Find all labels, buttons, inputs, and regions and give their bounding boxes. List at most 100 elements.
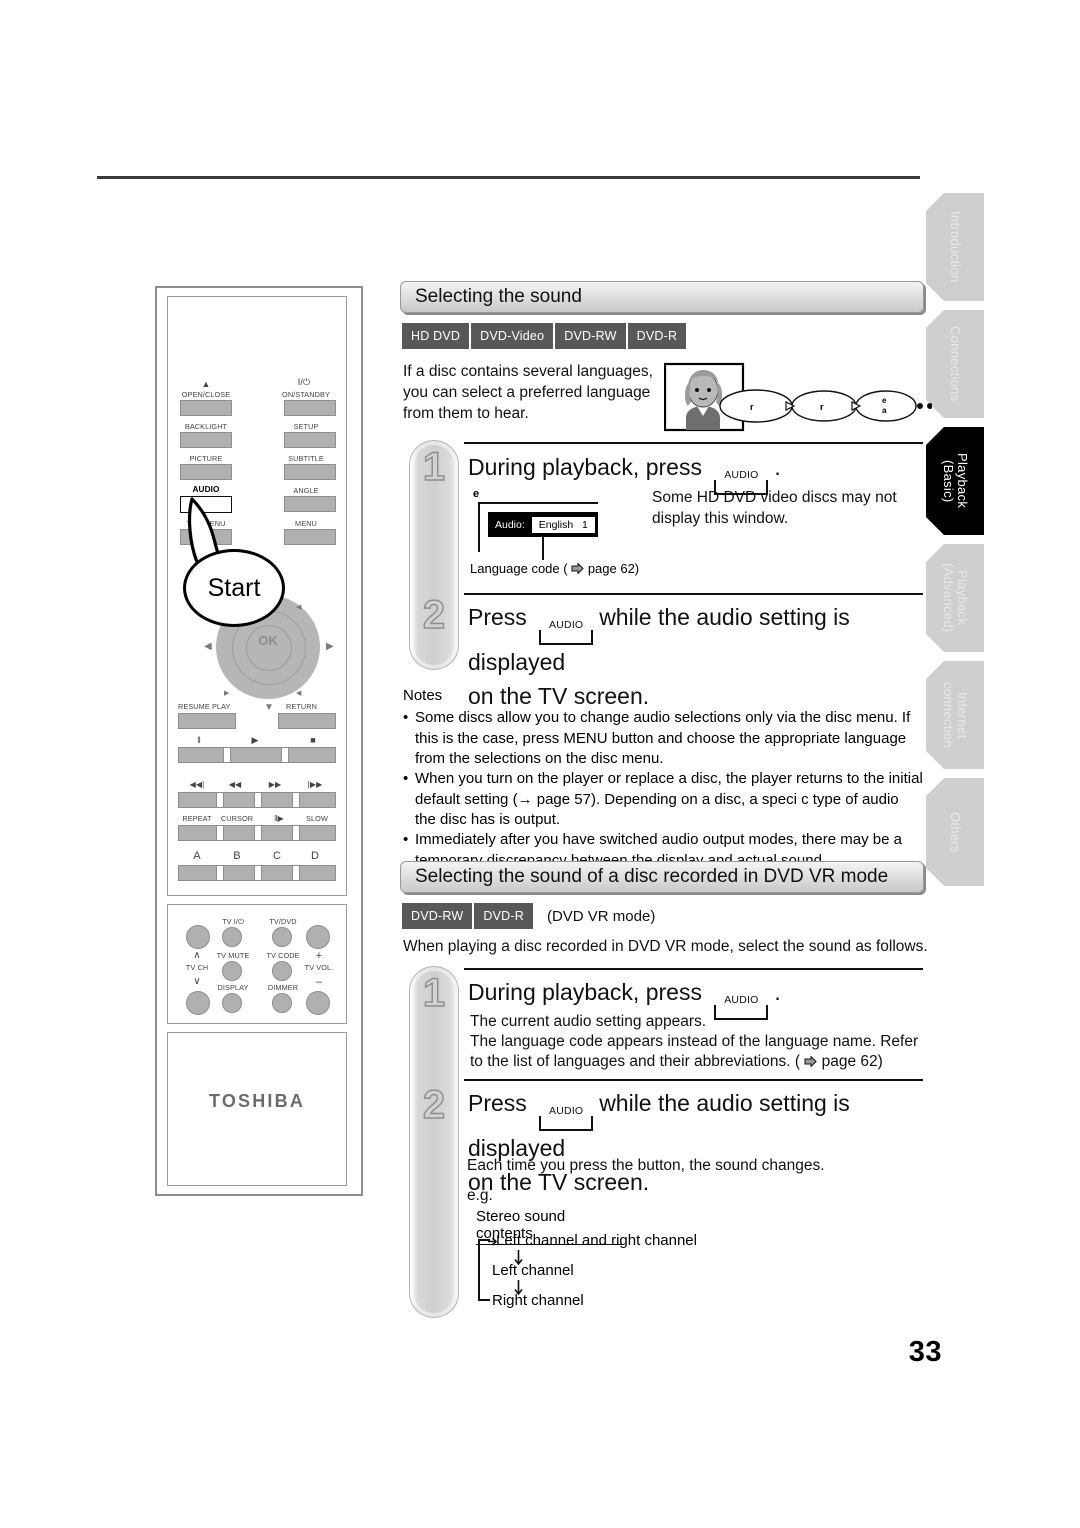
tv-vol-label: TV VOL. <box>304 963 334 972</box>
section2-step1-top-rule <box>464 968 923 970</box>
step2-top-rule <box>464 593 923 595</box>
side-tab-label: Playback (Basic) <box>941 453 970 509</box>
disc-badge-dvd-rw: DVD-RW <box>402 903 473 929</box>
dpad-ring-3 <box>246 625 292 671</box>
tv-vol-minus-icon: – <box>315 976 323 988</box>
side-tab-playback-basic[interactable]: Playback (Basic) <box>926 427 984 535</box>
page-number: 33 <box>908 1336 942 1368</box>
osd-top-rule <box>478 502 598 504</box>
display-button[interactable] <box>222 993 242 1013</box>
step-number-1: 1 <box>422 970 446 1015</box>
disc-badge-row-1: HD DVD DVD-Video DVD-RW DVD-R <box>402 323 687 349</box>
osd-audio-value: English 1 <box>531 516 595 533</box>
page-top-rule <box>97 176 920 179</box>
step1-text-before: During playback, press <box>468 454 702 480</box>
dpad-diag-dr-icon: ◀ <box>296 690 302 697</box>
tv-ch-down-button[interactable] <box>186 991 210 1015</box>
page-ref-arrow-icon <box>804 1056 818 1067</box>
dpad-ok-label: OK <box>258 633 278 648</box>
step-number-2: 2 <box>422 1082 446 1127</box>
side-tab-strip: Introduction Connections Playback (Basic… <box>926 193 984 895</box>
osd-leader-line <box>542 537 544 560</box>
color-divider <box>216 865 224 881</box>
section1-step2-headline: Press AUDIO while the audio setting is d… <box>468 600 928 713</box>
audio-key-glyph: AUDIO <box>539 1105 594 1131</box>
tv-mute-button[interactable] <box>222 961 242 981</box>
transport-divider <box>292 792 300 808</box>
tv-power-label: TV I/⏻ <box>222 917 244 926</box>
remote-label-b: B <box>233 850 241 862</box>
bullet-icon: • <box>403 770 409 787</box>
tv-dvd-button[interactable] <box>272 927 292 947</box>
flow-loop-bottom <box>478 1299 490 1301</box>
side-tab-internet-connection[interactable]: Internet connection <box>926 661 984 769</box>
remote-label-subtitle: SUBTITLE <box>288 454 324 463</box>
remote-label-resume-play: RESUME PLAY <box>178 702 231 711</box>
remote-key-subtitle[interactable] <box>284 464 336 480</box>
remote-label-return: RETURN <box>286 702 318 711</box>
flow-loop-vertical <box>478 1239 480 1301</box>
section2-step1-line-3: to the list of languages and their abbre… <box>470 1051 940 1072</box>
tv-vol-down-button[interactable] <box>306 991 330 1015</box>
remote-key-backlight[interactable] <box>180 432 232 448</box>
section2-step1-page-ref: page 62) <box>817 1053 883 1070</box>
start-callout-label: Start <box>207 573 261 602</box>
audio-key-label: AUDIO <box>549 619 584 631</box>
function-divider <box>216 825 224 841</box>
remote-key-on-standby[interactable] <box>284 400 336 416</box>
dpad-diag-ur-icon: ◀ <box>296 604 302 611</box>
side-tab-connections[interactable]: Connections <box>926 310 984 418</box>
remote-label-angle: ANGLE <box>293 486 319 495</box>
remote-key-picture[interactable] <box>180 464 232 480</box>
remote-label-step: ‖▶ <box>274 814 284 823</box>
remote-label-setup: SETUP <box>293 422 319 431</box>
section2-step1-line-2: The language code appears instead of the… <box>470 1033 919 1050</box>
section2-after-text: Each time you press the button, the soun… <box>467 1157 825 1174</box>
tv-ch-up-button[interactable] <box>186 925 210 949</box>
audio-key-glyph: AUDIO <box>539 619 594 645</box>
disc-badge-hd-dvd: HD DVD <box>402 323 470 349</box>
step-pill-column-1: 1 2 <box>409 440 459 670</box>
tv-code-button[interactable] <box>272 961 292 981</box>
side-tab-label: Introduction <box>948 211 963 283</box>
dimmer-button[interactable] <box>272 993 292 1013</box>
flow-item-3: Right channel <box>492 1292 584 1309</box>
remote-key-open-close[interactable] <box>180 400 232 416</box>
page-ref-arrow-icon <box>571 563 584 574</box>
transport-divider <box>223 747 231 763</box>
remote-key-transport-row-1[interactable] <box>178 747 336 763</box>
remote-key-setup[interactable] <box>284 432 336 448</box>
dpad-left-icon: ◀ <box>204 641 212 652</box>
side-tab-playback-advanced[interactable]: Playback (Advanced) <box>926 544 984 652</box>
tv-power-button[interactable] <box>222 927 242 947</box>
function-divider <box>292 825 300 841</box>
remote-label-open-close: OPEN/CLOSE <box>181 390 231 399</box>
osd-caption: Language code ( page 62) <box>470 561 639 576</box>
remote-key-resume-play[interactable] <box>178 713 236 729</box>
toshiba-logo: TOSHIBA <box>208 1091 306 1111</box>
power-icon: I/⏻ <box>297 377 311 387</box>
side-tab-introduction[interactable]: Introduction <box>926 193 984 301</box>
section1-step1-note: Some HD DVD video discs may not display … <box>652 489 897 527</box>
audio-key-label: AUDIO <box>549 1105 584 1117</box>
remote-label-pause: ‖ <box>197 735 201 745</box>
eg-label: e.g. <box>467 1187 493 1204</box>
remote-key-return[interactable] <box>278 713 336 729</box>
side-tab-others[interactable]: Others <box>926 778 984 886</box>
osd-left-rule <box>478 502 480 552</box>
remote-label-backlight: BACKLIGHT <box>184 422 228 431</box>
tv-vol-up-button[interactable] <box>306 925 330 949</box>
osd-audio-label: Audio: <box>495 518 525 531</box>
remote-label-next: |▶▶ <box>307 780 323 789</box>
osd-example-figure: e Audio: English 1 Language code ( page … <box>470 488 639 583</box>
dpad-down-icon: ▼ <box>264 702 274 713</box>
remote-control-figure: ▲ I/⏻ OPEN/CLOSE BACKLIGHT PICTURE AUDIO… <box>155 286 363 1196</box>
remote-label-stop: ■ <box>310 735 316 745</box>
flow-item-2: Left channel <box>492 1262 574 1279</box>
note-text: When you turn on the player or replace a… <box>415 770 923 828</box>
step1-text-after: . <box>774 979 781 1005</box>
remote-label-a: A <box>193 850 201 862</box>
eject-icon: ▲ <box>201 379 211 389</box>
disc-badge-dvd-video: DVD-Video <box>471 323 554 349</box>
transport-divider <box>216 792 224 808</box>
